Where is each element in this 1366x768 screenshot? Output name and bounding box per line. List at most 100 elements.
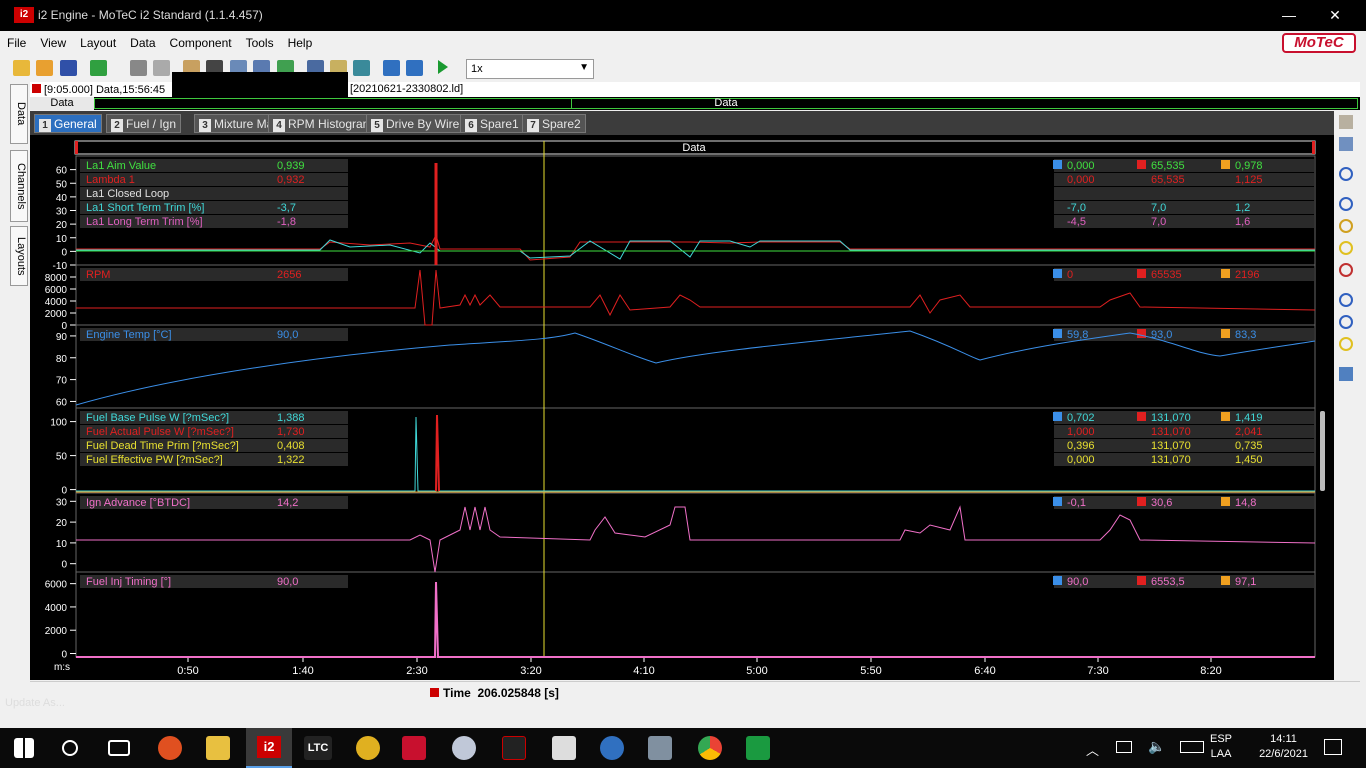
open-folder-icon[interactable] (13, 60, 30, 76)
time-graph[interactable]: Data 60 50 40 30 20 10 0 -10 La1 Aim Value 0,939 0,… (30, 135, 1334, 680)
channel-max: 30,6 (1151, 497, 1172, 509)
tab-label: Spare1 (480, 117, 519, 131)
close-button[interactable]: ✕ (1312, 4, 1358, 26)
menu-component[interactable]: Component (163, 31, 239, 50)
zoom-fit-icon[interactable] (1339, 241, 1353, 255)
play-icon[interactable] (438, 60, 448, 74)
green-app-icon[interactable] (746, 736, 770, 760)
channel-name: Fuel Effective PW [?mSec?] (86, 454, 223, 466)
menu-view[interactable]: View (33, 31, 73, 50)
channel-value: 0,408 (277, 440, 305, 452)
y-zoom-fit-icon[interactable] (1339, 337, 1353, 351)
file-explorer-icon[interactable] (206, 736, 230, 760)
volume-icon[interactable]: 🔈 (1148, 738, 1165, 755)
download-icon[interactable] (90, 60, 107, 76)
channel-avg: 1,6 (1235, 216, 1250, 228)
taskbar: i2 LTC ︿ 🔈 ESP LAA 14:11 22/6/2021 (0, 728, 1366, 768)
channel-max: 131,070 (1151, 412, 1191, 424)
tab-2[interactable]: 2 Fuel / Ign (106, 114, 182, 133)
input-language[interactable]: ESP LAA (1210, 732, 1232, 762)
channel-avg: 1,419 (1235, 412, 1263, 424)
i2-taskbar-app[interactable]: i2 (246, 728, 292, 768)
chrome-icon[interactable] (698, 736, 722, 760)
print-icon[interactable] (130, 60, 147, 76)
minimize-button[interactable]: — (1266, 4, 1312, 26)
max-arrow-icon (1137, 329, 1146, 338)
chevron-up-icon[interactable]: ︿ (1086, 740, 1099, 759)
paint-app-icon[interactable] (452, 736, 476, 760)
y-zoom-in-icon[interactable] (1339, 293, 1353, 307)
app-window: i2 i2 Engine - MoTeC i2 Standard (1.1.4.… (0, 0, 1366, 728)
close-file-icon[interactable] (36, 60, 53, 76)
step-forward-icon[interactable] (406, 60, 423, 76)
notification-icon[interactable] (1324, 739, 1342, 755)
x-tick-label: 8:20 (1200, 665, 1221, 677)
zoom-in-icon[interactable] (1339, 197, 1353, 211)
step-back-icon[interactable] (383, 60, 400, 76)
print-preview-icon[interactable] (153, 60, 170, 76)
start-windows-icon[interactable] (14, 738, 34, 758)
menu-help[interactable]: Help (281, 31, 320, 50)
y-tick-label: 4000 (45, 603, 68, 614)
channel-name: Fuel Inj Timing [°] (86, 576, 171, 588)
ltc-app-icon[interactable]: LTC (304, 736, 332, 760)
y-zoom-out-icon[interactable] (1339, 315, 1353, 329)
globe-app-icon[interactable] (600, 736, 624, 760)
menu-layout[interactable]: Layout (73, 31, 123, 50)
side-tab-data[interactable]: Data (10, 84, 28, 144)
tab-label: RPM Histogram (288, 117, 373, 131)
search-icon[interactable] (62, 740, 78, 756)
channel-max: 93,0 (1151, 329, 1172, 341)
vertical-scrollbar[interactable] (1320, 411, 1325, 491)
menu-tools[interactable]: Tools (239, 31, 281, 50)
window-icon[interactable] (1339, 137, 1353, 151)
tab-6[interactable]: 6 Spare1 (460, 114, 524, 133)
tab-5[interactable]: 5 Drive By Wire (366, 114, 465, 133)
side-tab-channels[interactable]: Channels (10, 150, 28, 222)
tab-4[interactable]: 4 RPM Histogram (268, 114, 378, 133)
side-tab-strip: Data Channels Layouts (8, 82, 30, 288)
align-icon[interactable] (1339, 367, 1353, 381)
y-tick-label: 4000 (45, 297, 68, 308)
battery-icon[interactable] (1116, 741, 1132, 753)
file-bar-left: [9:05.000] Data,15:56:45 (44, 84, 166, 96)
playback-speed-select[interactable]: 1x ▼ (466, 59, 594, 79)
zoom-out-icon[interactable] (1339, 219, 1353, 233)
stats-row-bg (1054, 201, 1314, 214)
search-icon[interactable] (1339, 167, 1353, 181)
channel-value: 90,0 (277, 329, 298, 341)
save-icon[interactable] (60, 60, 77, 76)
channel-max: 131,070 (1151, 454, 1191, 466)
tab-label: Spare2 (542, 117, 581, 131)
app-flash-icon[interactable] (158, 736, 182, 760)
zoom-reset-icon[interactable] (1339, 263, 1353, 277)
channel-min: 0,396 (1067, 440, 1095, 452)
plot-header-title: Data (682, 142, 706, 154)
stats-row-bg (1054, 215, 1314, 228)
calculator-icon[interactable] (552, 736, 576, 760)
x-tick-label: 3:20 (520, 665, 541, 677)
tab-1[interactable]: 1 General (34, 114, 102, 133)
menu-file[interactable]: File (0, 31, 33, 50)
clock[interactable]: 14:11 22/6/2021 (1259, 732, 1308, 762)
tab-7[interactable]: 7 Spare2 (522, 114, 586, 133)
properties-icon[interactable] (1339, 115, 1353, 129)
keyboard-icon[interactable] (1180, 741, 1204, 753)
computer-app-icon[interactable] (648, 736, 672, 760)
helmet-app-icon[interactable] (356, 736, 380, 760)
channel-name: Fuel Dead Time Prim [?mSec?] (86, 440, 239, 452)
max-arrow-icon (1137, 497, 1146, 506)
overlay-icon[interactable] (353, 60, 370, 76)
y-tick-label: 60 (56, 166, 68, 177)
menu-data[interactable]: Data (123, 31, 162, 50)
task-view-icon[interactable] (108, 740, 130, 756)
range-bar[interactable]: Data Data (30, 97, 1360, 110)
y-tick-label: 60 (56, 397, 68, 408)
channel-avg: 0,978 (1235, 160, 1263, 172)
redacted-box (172, 72, 348, 98)
motec-app-icon[interactable] (402, 736, 426, 760)
side-tab-layouts[interactable]: Layouts (10, 226, 28, 286)
motec-logo: MoTeC (1282, 33, 1356, 53)
motec-tune-icon[interactable] (502, 736, 526, 760)
channel-avg: 1,125 (1235, 174, 1263, 186)
